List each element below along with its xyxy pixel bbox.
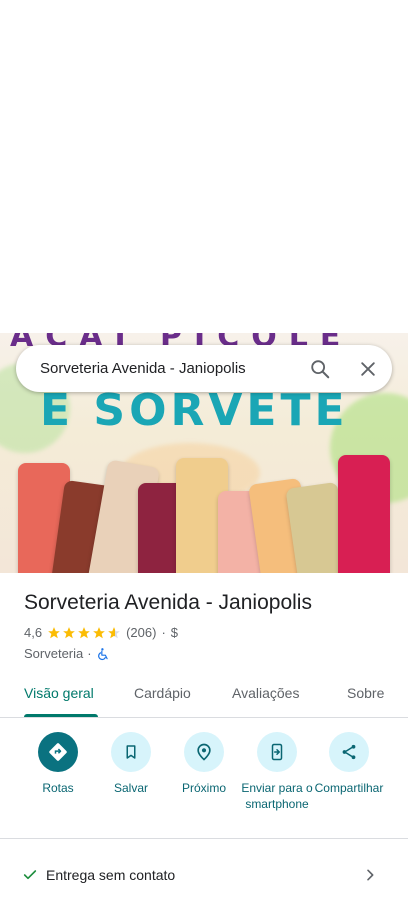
star-rating (47, 626, 121, 640)
service-option-label: Entrega sem contato (46, 867, 176, 883)
nearby-button[interactable]: Próximo (164, 732, 244, 796)
save-circle (111, 732, 151, 772)
star-icon (93, 626, 105, 638)
star-icon (78, 626, 90, 638)
service-options-row[interactable]: Entrega sem contato (0, 855, 408, 895)
save-button[interactable]: Salvar (91, 732, 171, 796)
share-circle (329, 732, 369, 772)
tab-reviews[interactable]: Avaliações (232, 685, 299, 701)
check-icon (23, 870, 37, 880)
directions-label: Rotas (42, 781, 74, 795)
rating-row[interactable]: 4,6 (206) · $ (24, 625, 178, 640)
nearby-circle (184, 732, 224, 772)
photo-banner-main: E SORVETE (40, 385, 349, 436)
send-to-phone-icon (271, 743, 283, 761)
search-bar[interactable]: Sorveteria Avenida - Janiopolis (16, 345, 392, 392)
directions-button[interactable]: Rotas (18, 732, 98, 796)
search-icon (311, 359, 330, 378)
section-divider (0, 838, 408, 839)
separator-dot: · (161, 625, 166, 640)
popsicle (338, 455, 390, 573)
star-icon (48, 626, 60, 638)
place-category: Sorveteria (24, 646, 84, 661)
price-level: $ (170, 625, 179, 640)
nearby-label: Próximo (181, 781, 226, 795)
chevron-right-icon (367, 869, 374, 881)
star-icon (63, 626, 75, 638)
place-panel: AÇAÍ PICOLÉ E SORVETE Sorveteria Avenida… (0, 0, 408, 906)
tab-menu[interactable]: Cardápio (134, 685, 191, 701)
nearby-icon (197, 743, 211, 761)
tab-indicator (24, 714, 98, 717)
directions-icon (49, 743, 67, 761)
search-input[interactable]: Sorveteria Avenida - Janiopolis (40, 360, 296, 377)
half-star-icon (108, 626, 120, 638)
send-to-phone-label: Enviar para o smartphone (241, 781, 313, 811)
share-icon (342, 744, 356, 760)
place-tabs: Visão geral Cardápio Avaliações Sobre (0, 675, 408, 718)
send-to-phone-button[interactable]: Enviar para o smartphone (237, 732, 317, 812)
close-button[interactable] (344, 345, 392, 392)
share-button[interactable]: Compartilhar (309, 732, 389, 796)
tab-about[interactable]: Sobre (347, 685, 384, 701)
tab-overview[interactable]: Visão geral (24, 685, 94, 701)
category-row: Sorveteria · (24, 646, 110, 661)
place-title: Sorveteria Avenida - Janiopolis (24, 591, 312, 614)
review-count[interactable]: (206) (126, 625, 156, 640)
send-to-phone-circle (257, 732, 297, 772)
rating-value: 4,6 (24, 625, 43, 640)
directions-circle (38, 732, 78, 772)
search-button[interactable] (296, 345, 344, 392)
wheelchair-icon (97, 647, 108, 660)
bookmark-icon (126, 745, 136, 759)
close-icon (361, 361, 375, 376)
save-label: Salvar (113, 781, 148, 795)
separator-dot: · (87, 646, 92, 661)
share-label: Compartilhar (314, 781, 384, 795)
